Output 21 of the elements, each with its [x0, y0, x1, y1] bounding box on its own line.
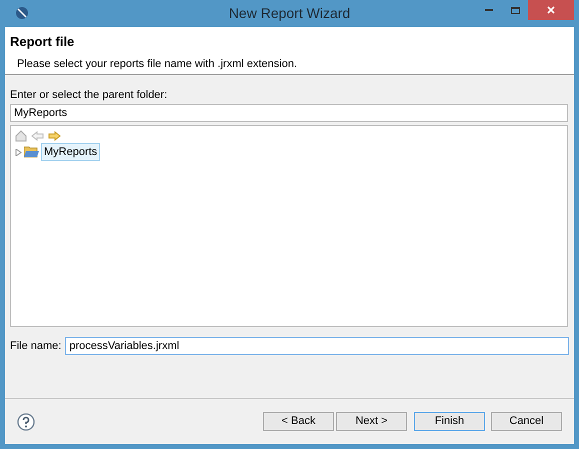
- help-icon[interactable]: [17, 412, 35, 430]
- app-icon: [15, 6, 29, 20]
- folder-field[interactable]: MyReports: [10, 104, 568, 122]
- close-button[interactable]: [528, 0, 574, 20]
- back-arrow-icon[interactable]: [31, 131, 44, 141]
- window-title: New Report Wizard: [228, 4, 350, 23]
- expand-icon[interactable]: [15, 148, 22, 156]
- forward-arrow-icon[interactable]: [48, 131, 61, 141]
- wizard-button[interactable]: Finish: [414, 412, 485, 431]
- page-title: Report file: [10, 33, 76, 51]
- wizard-button[interactable]: < Back: [263, 412, 334, 431]
- field-label: File name:: [10, 338, 62, 354]
- page-description: Please select your reports file name with .jrxml extension.: [17, 56, 298, 72]
- file-name-field[interactable]: processVariables.jrxml: [65, 337, 569, 355]
- close-icon: [547, 6, 555, 14]
- field-label: Enter or select the parent folder:: [10, 88, 168, 101]
- wizard-button[interactable]: Cancel: [491, 412, 562, 431]
- home-icon[interactable]: [15, 130, 27, 142]
- wizard-button[interactable]: Next >: [336, 412, 407, 431]
- tree-item[interactable]: MyReports: [41, 142, 100, 162]
- folder-icon: [24, 146, 39, 158]
